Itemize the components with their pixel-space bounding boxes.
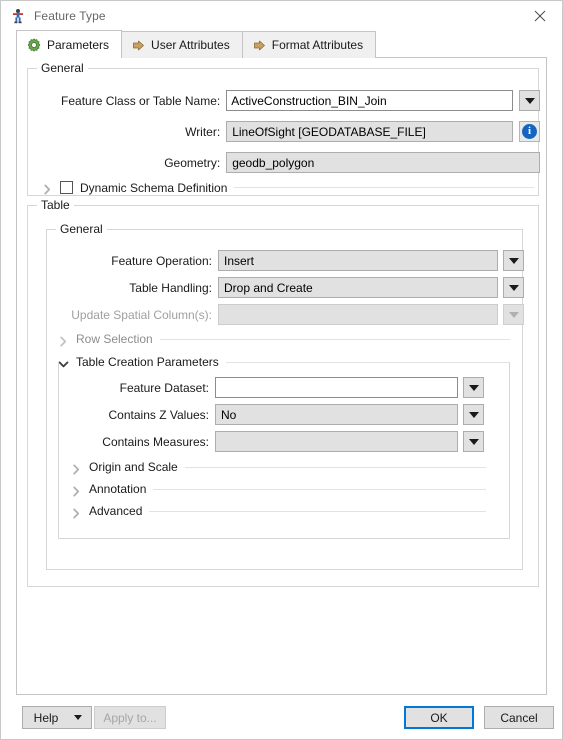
divider [184,466,486,468]
triangle-down-icon [508,284,519,291]
help-dropdown-arrow[interactable] [65,707,91,728]
tab-parameters-label: Parameters [47,37,110,52]
gear-icon [27,37,41,52]
writer-label: Writer: [185,124,221,139]
feature-dataset-row: Feature Dataset: [59,377,511,398]
title-bar: Feature Type [1,1,562,30]
chevron-right-icon[interactable] [58,334,69,346]
contains-measures-select[interactable] [215,431,458,452]
arrow-right-icon [253,39,266,52]
update-spatial-columns-dropdown-button [503,304,524,325]
feature-operation-row: Feature Operation: Insert [47,250,524,271]
contains-z-values-select[interactable]: No [215,404,458,425]
fme-feature-type-icon [10,8,26,24]
table-group: Table General Feature Operation: Insert … [27,199,539,587]
tab-parameters[interactable]: Parameters [16,30,123,59]
writer-row: Writer: LineOfSight [GEODATABASE_FILE] i [28,121,540,142]
feature-class-dropdown-button[interactable] [519,90,540,111]
dialog-content: General Feature Class or Table Name: Act… [16,58,547,695]
annotation-label: Annotation [89,482,147,496]
feature-operation-select[interactable]: Insert [218,250,499,271]
row-selection-section[interactable]: Row Selection [58,332,510,346]
contains-measures-dropdown-button[interactable] [463,431,484,452]
feature-dataset-input[interactable] [215,377,458,398]
dynamic-schema-section[interactable]: Dynamic Schema Definition [42,180,534,195]
origin-and-scale-section[interactable]: Origin and Scale [71,460,486,474]
info-icon: i [522,124,538,139]
origin-and-scale-label: Origin and Scale [89,460,178,474]
window-title: Feature Type [34,8,106,23]
ok-button[interactable]: OK [404,706,474,729]
tab-format-attributes-label: Format Attributes [271,38,364,52]
general-group: General Feature Class or Table Name: Act… [27,62,540,196]
divider [234,187,534,188]
help-button[interactable]: Help [22,706,92,729]
feature-dataset-dropdown-button[interactable] [463,377,484,398]
tab-strip: Parameters User Attributes Format Attrib… [1,30,562,59]
update-spatial-columns-label: Update Spatial Column(s): [71,307,212,322]
arrow-right-icon [132,39,145,52]
table-general-group-legend: General [56,223,107,236]
feature-class-input[interactable]: ActiveConstruction_BIN_Join [226,90,514,111]
feature-type-dialog: Feature Type Parameters User Attributes … [0,0,563,740]
triangle-down-icon [74,715,82,720]
table-handling-row: Table Handling: Drop and Create [47,277,524,298]
row-selection-label: Row Selection [76,332,153,346]
triangle-down-icon [468,384,479,391]
tab-user-attributes-label: User Attributes [151,38,230,52]
triangle-down-icon [508,257,519,264]
contains-measures-label: Contains Measures: [102,434,209,449]
dialog-footer: Help Apply to... OK Cancel [1,695,562,739]
feature-dataset-label: Feature Dataset: [119,380,209,395]
tab-format-attributes[interactable]: Format Attributes [241,31,377,58]
dynamic-schema-label: Dynamic Schema Definition [80,180,228,195]
contains-z-values-label: Contains Z Values: [108,407,210,422]
table-handling-select[interactable]: Drop and Create [218,277,499,298]
chevron-right-icon[interactable] [71,462,82,474]
feature-class-label: Feature Class or Table Name: [61,93,221,108]
contains-measures-row: Contains Measures: [59,431,511,452]
close-icon[interactable] [517,1,562,30]
table-general-group: General Feature Operation: Insert Table … [46,223,524,570]
advanced-label: Advanced [89,504,143,518]
general-group-legend: General [37,62,88,75]
divider [149,510,486,512]
advanced-section[interactable]: Advanced [71,504,486,518]
triangle-down-icon [468,438,479,445]
geometry-select[interactable]: geodb_polygon [226,152,540,173]
table-group-legend: Table [37,199,74,212]
writer-info-button[interactable]: i [519,121,540,142]
table-handling-label: Table Handling: [129,280,212,295]
apply-to-button: Apply to... [94,706,166,729]
dynamic-schema-checkbox[interactable] [60,181,73,194]
help-button-label: Help [33,710,59,725]
divider [153,488,486,490]
contains-z-values-row: Contains Z Values: No [59,404,511,425]
tab-user-attributes[interactable]: User Attributes [121,31,243,58]
divider [159,338,510,340]
update-spatial-columns-row: Update Spatial Column(s): [47,304,524,325]
triangle-down-icon [524,97,535,104]
feature-operation-label: Feature Operation: [111,253,212,268]
annotation-section[interactable]: Annotation [71,482,486,496]
table-handling-dropdown-button[interactable] [503,277,524,298]
triangle-down-icon [508,311,519,318]
feature-operation-dropdown-button[interactable] [503,250,524,271]
cancel-button[interactable]: Cancel [484,706,554,729]
feature-class-row: Feature Class or Table Name: ActiveConst… [28,90,540,111]
table-creation-parameters-panel: Feature Dataset: Contains Z Values: No C… [58,362,510,539]
geometry-label: Geometry: [164,155,221,170]
writer-select[interactable]: LineOfSight [GEODATABASE_FILE] [226,121,514,142]
chevron-right-icon[interactable] [42,182,53,195]
update-spatial-columns-select [218,304,499,325]
contains-z-values-dropdown-button[interactable] [463,404,484,425]
geometry-row: Geometry: geodb_polygon [28,152,540,173]
chevron-right-icon[interactable] [71,506,82,518]
triangle-down-icon [468,411,479,418]
chevron-right-icon[interactable] [71,484,82,496]
